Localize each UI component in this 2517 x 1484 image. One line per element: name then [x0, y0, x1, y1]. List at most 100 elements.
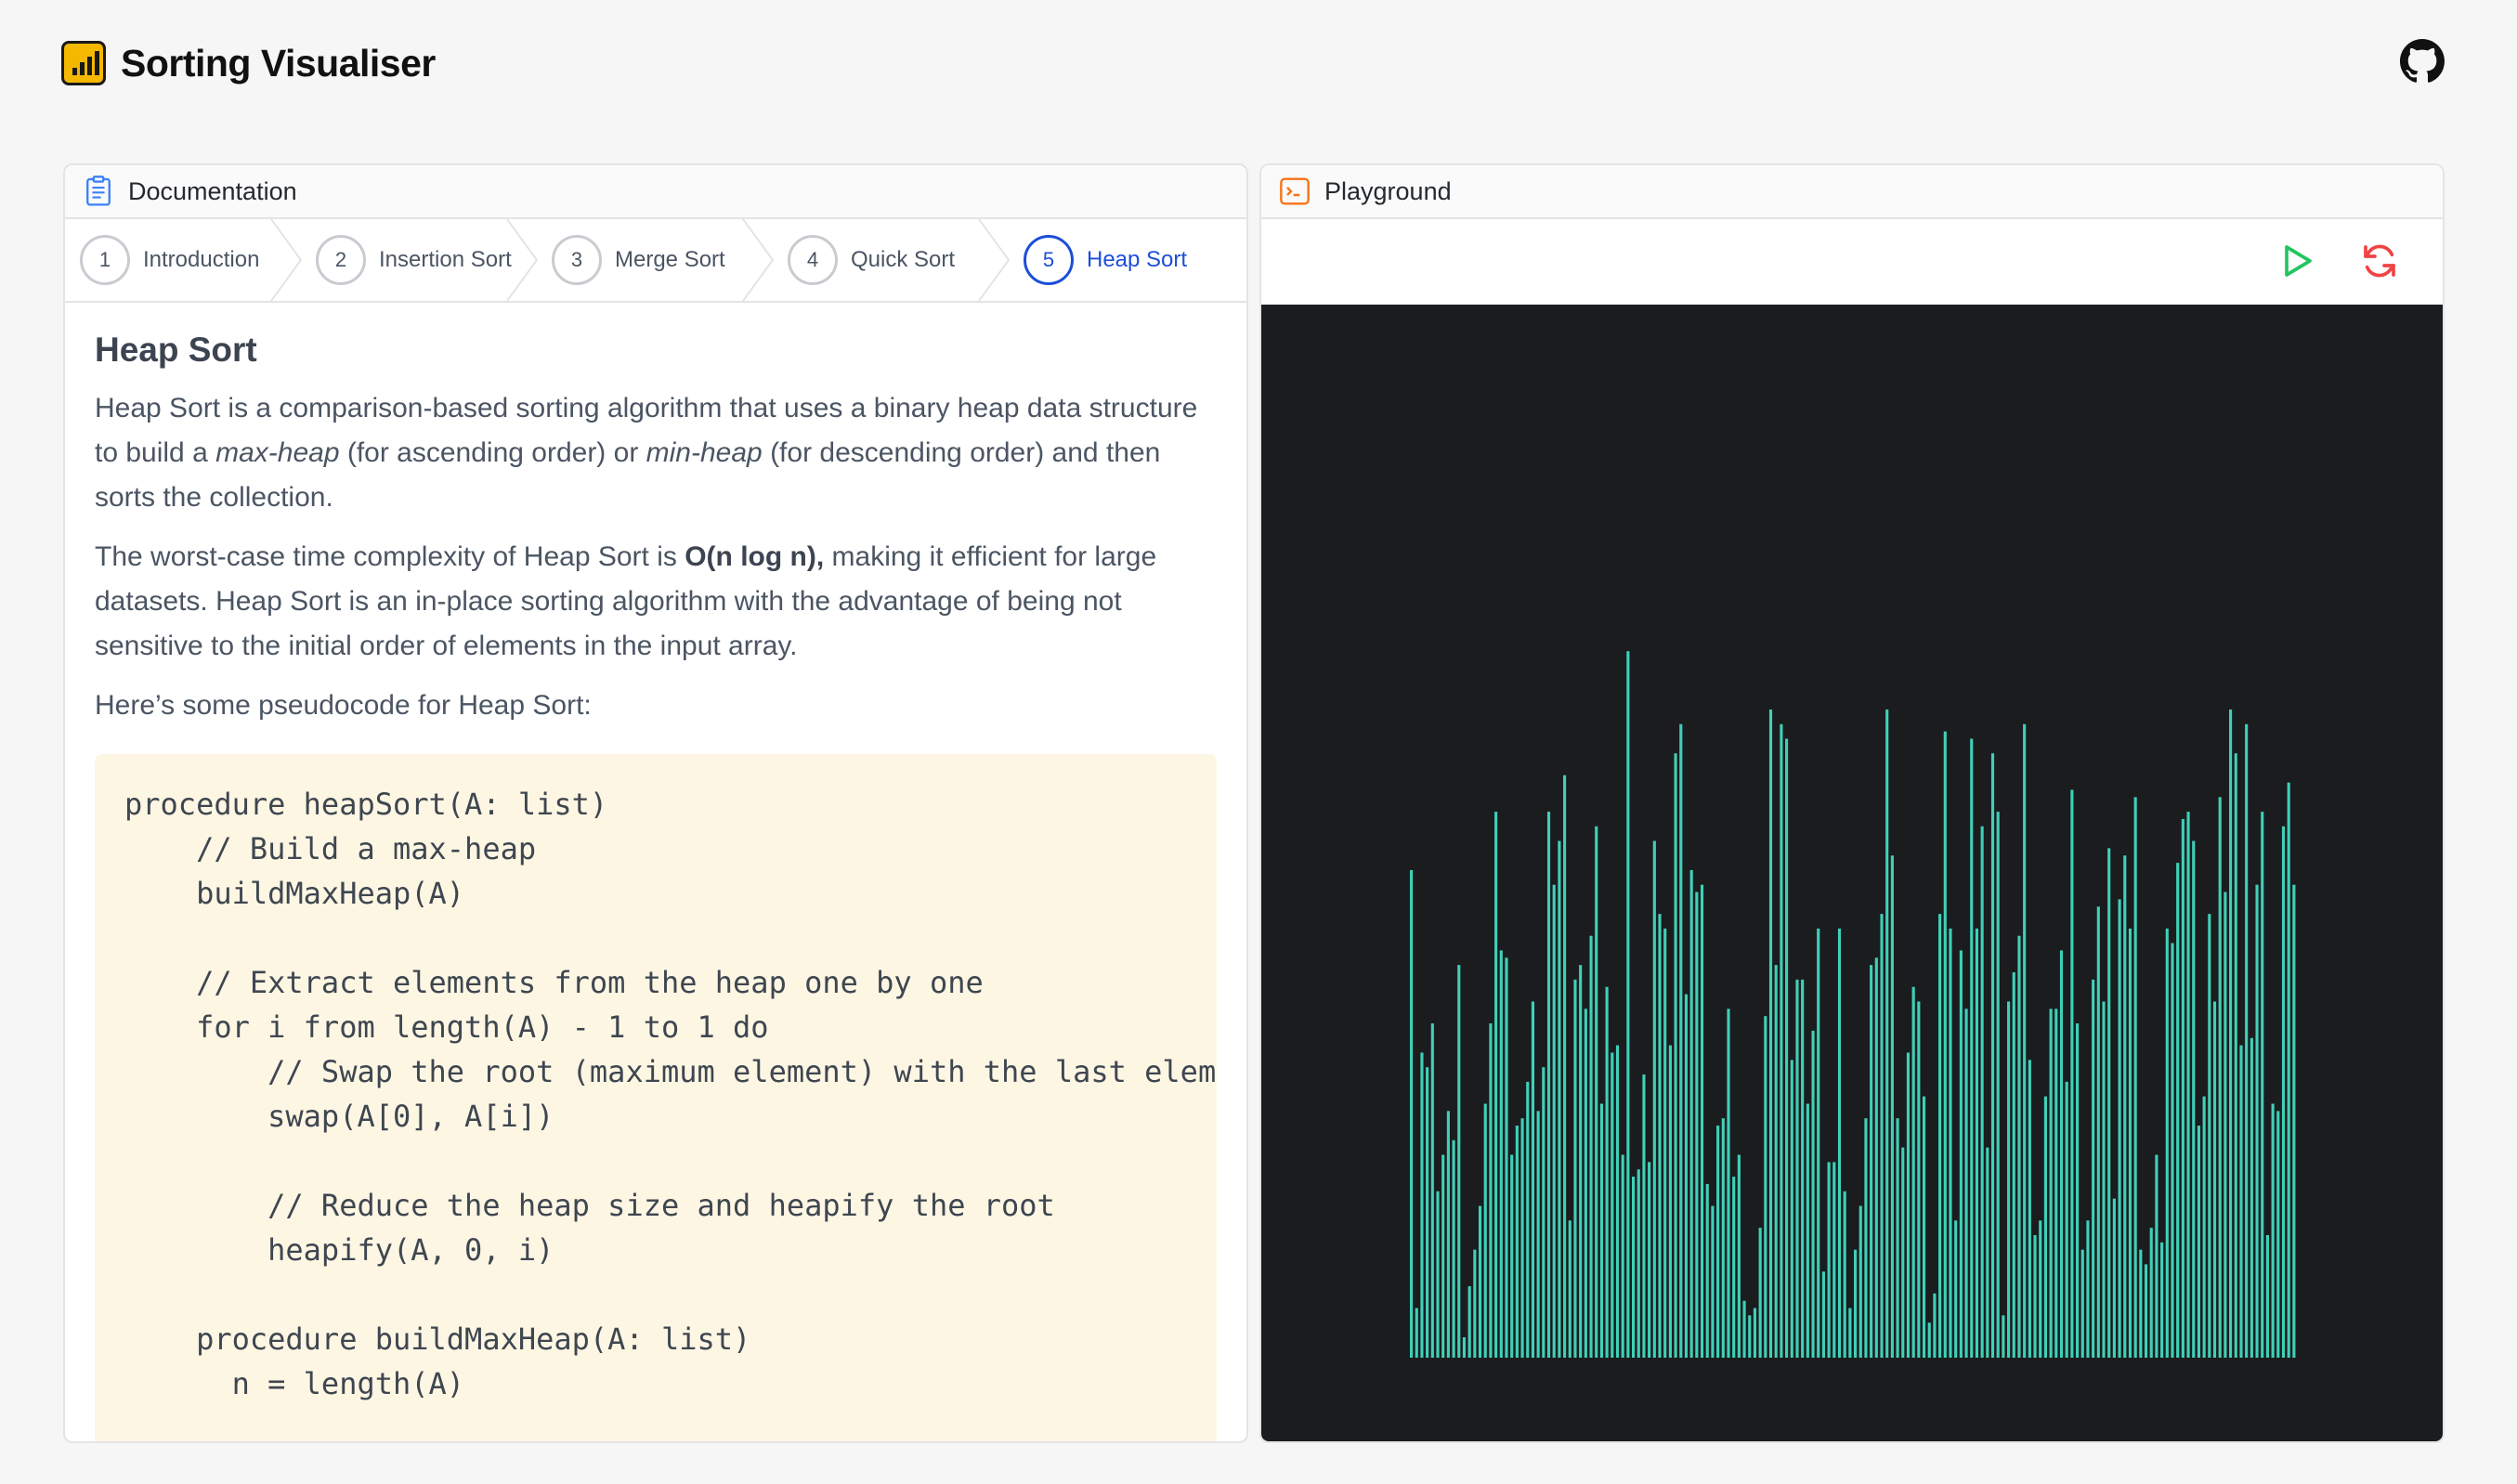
array-bar: [1536, 1111, 1540, 1358]
array-bar: [1436, 1191, 1440, 1358]
array-bar: [2086, 1220, 2090, 1358]
github-icon[interactable]: [2400, 39, 2445, 84]
array-bar: [1880, 914, 1884, 1358]
app-title: Sorting Visualiser: [121, 41, 436, 85]
step-number: 1: [80, 235, 130, 285]
array-bar: [2255, 884, 2259, 1358]
array-bar: [1467, 1285, 1471, 1358]
step-label: Insertion Sort: [379, 247, 512, 272]
visualiser-canvas: [1261, 305, 2443, 1441]
array-bar: [1986, 1147, 1989, 1358]
refresh-icon[interactable]: [2361, 242, 2398, 280]
array-bar: [1483, 1103, 1487, 1358]
play-icon[interactable]: [2277, 242, 2315, 280]
array-bar: [1790, 1060, 1793, 1358]
array-bar: [1563, 775, 1567, 1358]
array-bar: [2070, 789, 2074, 1358]
array-bar: [2224, 892, 2227, 1358]
chevron-right-icon: [742, 219, 775, 301]
array-bar: [2287, 782, 2290, 1358]
array-bar: [2112, 1198, 2116, 1358]
array-bar: [1827, 1162, 1831, 1358]
array-bar: [1632, 1177, 1636, 1358]
array-bar: [1410, 869, 1414, 1358]
step-insertion-sort[interactable]: 2 Insertion Sort: [301, 219, 539, 301]
array-bar: [2234, 753, 2237, 1358]
array-bar: [1780, 723, 1783, 1358]
array-bar: [1854, 1249, 1858, 1358]
array-bar: [1885, 709, 1889, 1358]
array-bar: [2281, 826, 2286, 1358]
step-number: 4: [788, 235, 838, 285]
array-bar: [2261, 812, 2264, 1358]
array-bar: [1980, 826, 1984, 1358]
array-bar: [1689, 869, 1693, 1358]
array-bar: [2212, 1001, 2217, 1358]
array-bar: [1520, 1118, 1524, 1358]
step-merge-sort[interactable]: 3 Merge Sort: [537, 219, 775, 301]
array-bar: [1949, 928, 1952, 1358]
array-bar: [2033, 1234, 2037, 1358]
array-bar: [1499, 950, 1503, 1358]
array-bar: [1700, 884, 1704, 1358]
array-bar: [2245, 723, 2249, 1358]
array-bar: [1515, 1126, 1519, 1358]
array-bar: [2276, 1111, 2280, 1358]
array-bar: [1684, 994, 1689, 1358]
array-bar: [1901, 1147, 1905, 1358]
array-bar: [2054, 1009, 2058, 1358]
array-bar: [1874, 957, 1878, 1358]
array-bar: [2155, 1154, 2158, 1358]
array-bar: [2171, 943, 2174, 1358]
array-bar: [2080, 1249, 2084, 1358]
stepper: 1 Introduction 2 Insertion Sort 3 Merge …: [65, 219, 1246, 303]
array-bar: [2271, 1103, 2275, 1358]
array-bar: [1753, 1308, 1757, 1358]
array-bar: [2002, 1315, 2005, 1358]
step-introduction[interactable]: 1 Introduction: [65, 219, 303, 301]
array-bar: [2065, 1081, 2068, 1358]
array-bar: [1441, 1154, 1445, 1358]
array-bar: [1430, 1023, 1434, 1358]
array-bar: [1959, 950, 1963, 1358]
array-bar: [1642, 1074, 1646, 1358]
array-bar: [1927, 1322, 1931, 1358]
documentation-title: Documentation: [128, 176, 297, 205]
playground-panel: Playground: [1259, 163, 2445, 1443]
array-bar: [2133, 797, 2137, 1358]
array-bar: [1938, 914, 1942, 1358]
array-bar: [2028, 1060, 2031, 1358]
array-bar: [1848, 1308, 1852, 1358]
array-bar: [2265, 1234, 2269, 1358]
array-bar: [1668, 1045, 1672, 1358]
playground-toolbar: [1261, 219, 2443, 303]
array-bar: [1711, 1205, 1715, 1358]
array-bar: [1837, 928, 1842, 1358]
array-bar: [1933, 1293, 1937, 1358]
array-bar: [2102, 1001, 2106, 1358]
documentation-panel: Documentation 1 Introduction 2 Insertion…: [63, 163, 1248, 1443]
step-label: Heap Sort: [1087, 247, 1188, 272]
pseudocode-text: procedure heapSort(A: list) // Build a m…: [124, 787, 1217, 1401]
doc-paragraph: The worst-case time complexity of Heap S…: [95, 541, 1157, 661]
array-bar: [1526, 1081, 1530, 1358]
array-bar: [1599, 1103, 1603, 1358]
array-bar: [1489, 1023, 1493, 1358]
array-bar: [1737, 1154, 1741, 1358]
array-bar: [2096, 906, 2100, 1358]
playground-header: Playground: [1261, 165, 2443, 219]
terminal-icon: [1280, 177, 1310, 205]
array-bar: [1558, 840, 1561, 1358]
step-number: 5: [1024, 235, 1074, 285]
array-bar: [2292, 884, 2296, 1358]
array-bar: [1990, 753, 1995, 1358]
array-bar: [1695, 892, 1699, 1358]
array-bar: [1579, 965, 1583, 1358]
step-heap-sort[interactable]: 5 Heap Sort: [1009, 219, 1245, 301]
step-label: Quick Sort: [851, 247, 956, 272]
step-quick-sort[interactable]: 4 Quick Sort: [773, 219, 1011, 301]
array-bar: [1954, 1220, 1958, 1358]
array-bar: [2076, 1023, 2080, 1358]
array-bar: [2118, 899, 2121, 1358]
array-bar: [1568, 1220, 1571, 1358]
